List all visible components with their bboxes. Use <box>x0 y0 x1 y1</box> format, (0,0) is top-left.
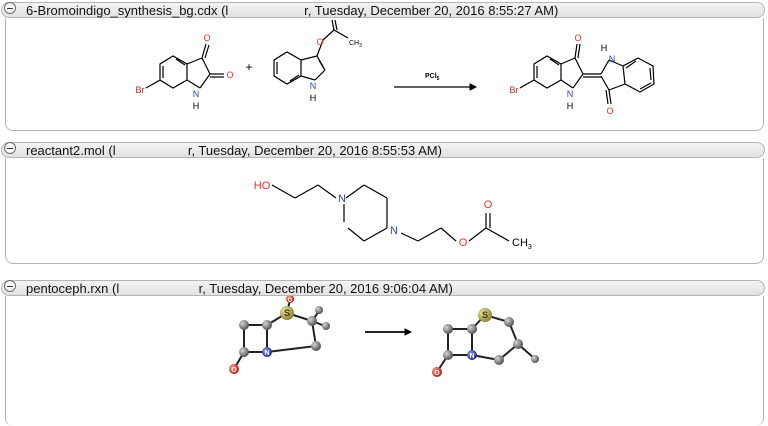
document-body: S O N O S N O <box>5 295 764 426</box>
collapse-toggle-icon[interactable] <box>4 280 16 292</box>
carbon-atom <box>513 339 523 349</box>
nitrogen-atom-label: N <box>338 193 346 205</box>
document-title: pentoceph.rxn (l r, Tuesday, December 20… <box>26 281 453 296</box>
hydrogen-atom-label: H <box>310 93 317 103</box>
section-header: reactant2.mol (l r, Tuesday, December 20… <box>0 140 768 160</box>
methyl-label: CH3 <box>512 237 532 251</box>
carbon-atom <box>307 316 317 326</box>
sulfur-atom-label: S <box>284 308 290 318</box>
nitrogen-atom-label: N <box>264 350 269 357</box>
carbon-atom <box>504 317 514 327</box>
oxygen-atom-label: O <box>574 33 581 43</box>
oxygen-atom-label: O <box>226 70 233 80</box>
carbon-atom <box>315 306 323 314</box>
hydrogen-atom-label: H <box>567 101 574 111</box>
bromine-atom-label: Br <box>510 85 519 95</box>
carbon-atom <box>322 322 330 330</box>
section-header: 6-Bromoindigo_synthesis_bg.cdx (l r, Tue… <box>0 0 768 20</box>
nitrogen-atom-label: N <box>567 89 574 99</box>
document-body: HO N N O O CH3 <box>5 158 764 264</box>
methyl-label: CH3 <box>349 40 362 49</box>
oxygen-atom-label: O <box>484 199 493 211</box>
nitrogen-atom-label: N <box>609 54 616 64</box>
collapse-toggle-icon[interactable] <box>4 2 16 14</box>
oxygen-atom-label: O <box>316 37 323 47</box>
molecule-reactant2: HO N N O O CH3 <box>254 180 532 251</box>
reaction-scheme-6-bromoindigo: Br O O N H + O O N H Br O N H N H O CH3 … <box>136 9 655 116</box>
plus-sign: + <box>245 60 252 74</box>
document-title: 6-Bromoindigo_synthesis_bg.cdx (l r, Tue… <box>26 3 559 18</box>
hydroxyl-label: HO <box>254 180 271 192</box>
carbon-atom <box>467 324 477 334</box>
sulfur-atom-label: S <box>482 310 488 320</box>
document-body: Br O O N H + O O N H Br O N H N H O CH3 … <box>5 9 764 131</box>
oxygen-atom-label: O <box>203 33 210 43</box>
carbon-atom <box>443 350 453 360</box>
carbon-atom <box>239 347 249 357</box>
hydrogen-atom-label: H <box>601 43 608 53</box>
oxygen-atom-label: O <box>328 18 335 19</box>
reaction-scheme-pentoceph: S O N O S N O <box>229 295 539 377</box>
oxygen-atom-label: O <box>606 106 613 116</box>
nitrogen-atom-label: N <box>193 89 200 99</box>
section-header: pentoceph.rxn (l r, Tuesday, December 20… <box>0 278 768 298</box>
reagent-label: PCl5 <box>425 73 440 82</box>
carbon-atom <box>262 320 272 330</box>
oxygen-atom-label: O <box>459 237 468 249</box>
carbon-atom <box>443 324 453 334</box>
carbon-atom <box>239 320 249 330</box>
collapse-toggle-icon[interactable] <box>4 142 16 154</box>
document-title: reactant2.mol (l r, Tuesday, December 20… <box>26 143 442 158</box>
oxygen-atom-label: O <box>288 298 293 304</box>
bromine-atom-label: Br <box>136 85 145 95</box>
oxygen-atom-label: O <box>434 370 440 377</box>
document-section-2: reactant2.mol (l r, Tuesday, December 20… <box>0 140 768 269</box>
nitrogen-atom-label: N <box>469 353 474 360</box>
carbon-atom <box>494 355 504 365</box>
document-section-1: 6-Bromoindigo_synthesis_bg.cdx (l r, Tue… <box>0 0 768 136</box>
carbon-atom <box>311 341 321 351</box>
document-section-3: pentoceph.rxn (l r, Tuesday, December 20… <box>0 278 768 426</box>
hydrogen-atom-label: H <box>193 101 200 111</box>
carbon-atom <box>531 355 539 363</box>
nitrogen-atom-label: N <box>390 225 398 237</box>
oxygen-atom-label: O <box>231 367 237 374</box>
nitrogen-atom-label: N <box>310 81 317 91</box>
